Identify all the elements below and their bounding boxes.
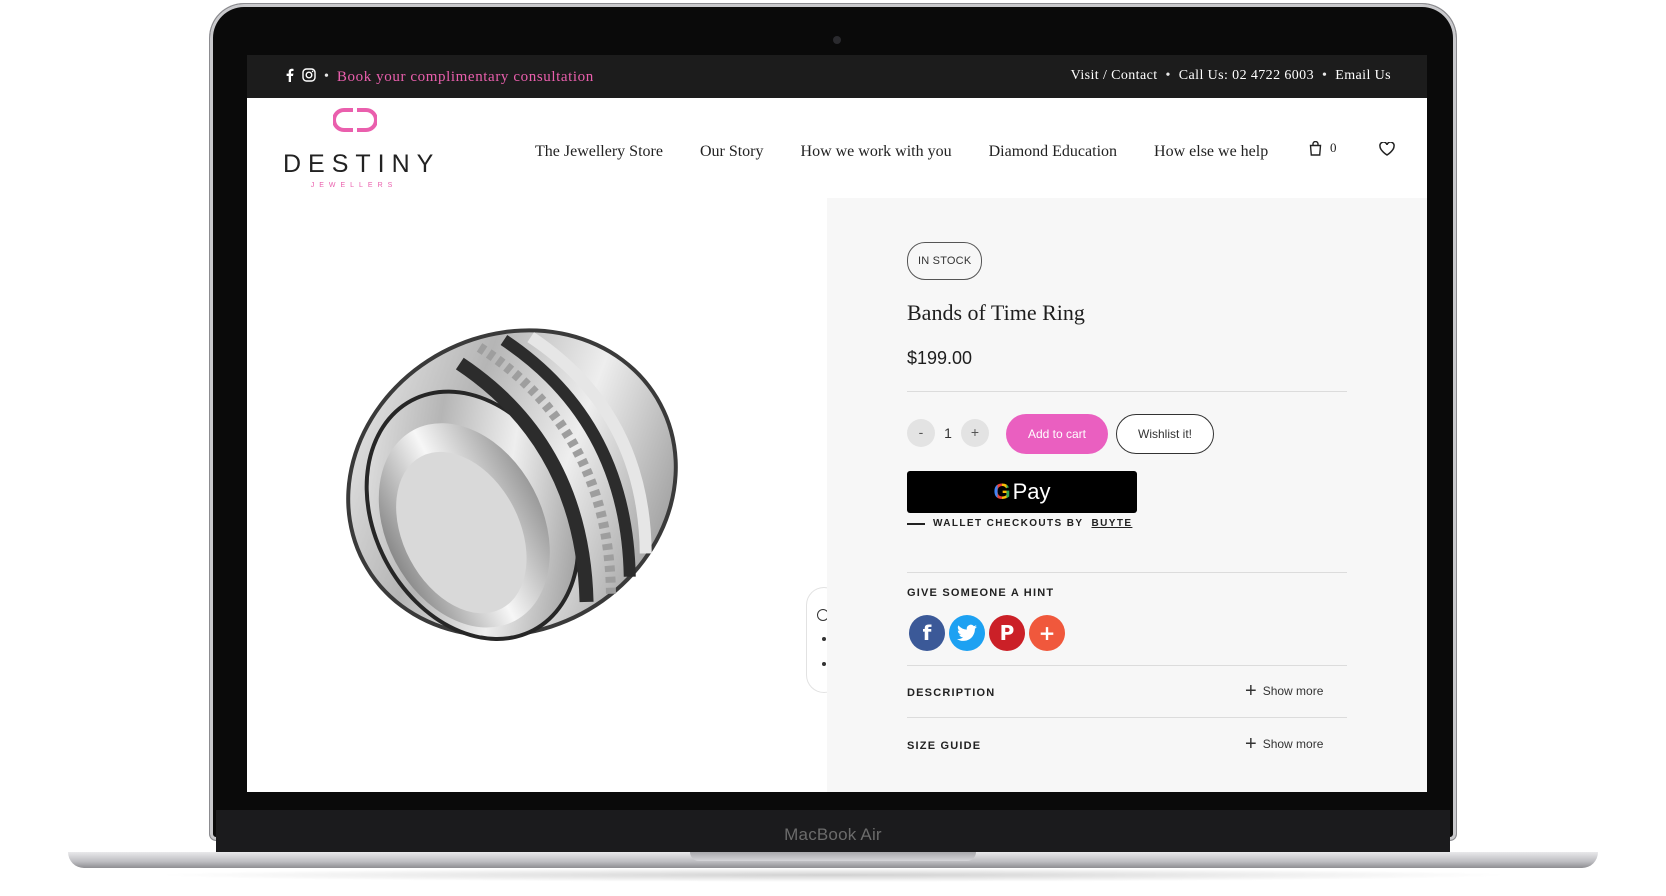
cart-button[interactable]: 0 bbox=[1309, 140, 1337, 156]
heart-icon bbox=[1379, 141, 1395, 156]
nav-item-how-we-work[interactable]: How we work with you bbox=[801, 143, 952, 161]
share-twitter-button[interactable] bbox=[949, 615, 985, 651]
logo-mark-icon bbox=[333, 108, 377, 132]
wallet-bar bbox=[907, 522, 925, 525]
quantity-input[interactable]: 1 bbox=[935, 419, 961, 447]
wishlist-it-button[interactable]: Wishlist it! bbox=[1116, 414, 1214, 454]
description-heading[interactable]: DESCRIPTION bbox=[907, 687, 995, 699]
nav-item-jewellery-store[interactable]: The Jewellery Store bbox=[535, 143, 663, 161]
laptop-notch bbox=[690, 852, 976, 861]
product-image[interactable] bbox=[332, 303, 692, 663]
shopping-bag-icon bbox=[1309, 140, 1322, 156]
share-more-button[interactable]: + bbox=[1029, 615, 1065, 651]
email-us-link[interactable]: Email Us bbox=[1335, 68, 1391, 84]
consultation-link[interactable]: Book your complimentary consultation bbox=[337, 69, 594, 86]
product-price: $199.00 bbox=[907, 348, 973, 368]
product-gallery bbox=[247, 198, 841, 792]
brand-name: DESTINY bbox=[283, 150, 441, 178]
wallet-checkouts-note: WALLET CHECKOUTS BY BUYTE bbox=[907, 518, 1132, 529]
google-pay-label: Pay bbox=[1012, 479, 1051, 504]
instagram-icon[interactable] bbox=[302, 68, 316, 86]
plus-icon: + bbox=[1038, 621, 1056, 645]
gallery-dot[interactable] bbox=[822, 637, 826, 641]
brand-logo[interactable]: DESTINY JEWELLERS bbox=[283, 104, 441, 192]
nav-item-diamond-education[interactable]: Diamond Education bbox=[989, 143, 1117, 161]
wallet-text: WALLET CHECKOUTS BY bbox=[933, 518, 1084, 529]
visit-contact-link[interactable]: Visit / Contact bbox=[1071, 68, 1158, 84]
quantity-increase-button[interactable]: + bbox=[961, 419, 989, 447]
cart-count: 0 bbox=[1330, 140, 1337, 155]
separator-dot: • bbox=[1165, 68, 1171, 83]
google-pay-button[interactable]: G Pay bbox=[907, 471, 1137, 513]
top-bar: • Book your complimentary consultation V… bbox=[247, 55, 1427, 98]
device-label: MacBook Air bbox=[784, 825, 882, 844]
show-more-label: Show more bbox=[1262, 737, 1324, 751]
hint-heading: GIVE SOMEONE A HINT bbox=[907, 587, 1055, 599]
plus-icon: + bbox=[1245, 680, 1257, 702]
camera-icon bbox=[833, 36, 841, 44]
size-guide-show-more[interactable]: + Show more bbox=[1245, 733, 1324, 755]
plus-icon: + bbox=[1245, 733, 1257, 755]
show-more-label: Show more bbox=[1262, 684, 1324, 698]
share-facebook-button[interactable]: f bbox=[909, 615, 945, 651]
website-screen: • Book your complimentary consultation V… bbox=[247, 55, 1427, 792]
brand-subtitle: JEWELLERS bbox=[310, 182, 398, 189]
product-panel: IN STOCK Bands of Time Ring $199.00 - 1 … bbox=[827, 198, 1427, 792]
buyte-link[interactable]: BUYTE bbox=[1092, 518, 1133, 529]
pinterest-icon: P bbox=[999, 621, 1015, 645]
main-nav: The Jewellery Store Our Story How we wor… bbox=[535, 143, 1268, 161]
facebook-icon[interactable] bbox=[285, 68, 294, 86]
divider bbox=[907, 391, 1347, 392]
site-header: DESTINY JEWELLERS The Jewellery Store Ou… bbox=[247, 98, 1427, 198]
description-show-more[interactable]: + Show more bbox=[1245, 680, 1324, 702]
size-guide-heading[interactable]: SIZE GUIDE bbox=[907, 740, 981, 752]
gallery-dot[interactable] bbox=[822, 662, 826, 666]
nav-item-our-story[interactable]: Our Story bbox=[700, 143, 764, 161]
divider bbox=[907, 717, 1347, 718]
share-pinterest-button[interactable]: P bbox=[989, 615, 1025, 651]
separator-dot: • bbox=[1321, 68, 1328, 83]
twitter-icon bbox=[957, 624, 977, 641]
laptop-shadow bbox=[150, 868, 1516, 882]
quantity-decrease-button[interactable]: - bbox=[907, 419, 935, 447]
separator-dot: • bbox=[324, 69, 329, 84]
stock-badge: IN STOCK bbox=[907, 242, 983, 280]
divider bbox=[907, 665, 1347, 666]
wishlist-button[interactable] bbox=[1379, 141, 1395, 161]
product-title: Bands of Time Ring bbox=[907, 300, 1085, 325]
facebook-icon: f bbox=[922, 621, 932, 645]
google-g-icon: G bbox=[993, 479, 1011, 504]
nav-item-how-else-we-help[interactable]: How else we help bbox=[1154, 143, 1268, 161]
add-to-cart-button[interactable]: Add to cart bbox=[1006, 414, 1108, 454]
divider bbox=[907, 572, 1347, 573]
call-us-link[interactable]: Call Us: 02 4722 6003 bbox=[1179, 68, 1314, 84]
